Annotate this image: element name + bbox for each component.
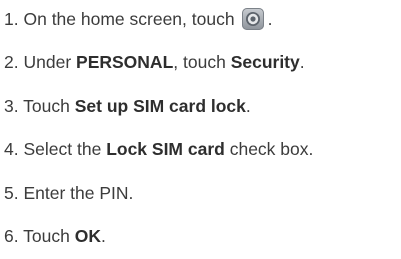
step-1: 1. On the home screen, touch. xyxy=(4,8,272,30)
step-3: 3. Touch Set up SIM card lock. xyxy=(4,95,251,117)
step-text-end: . xyxy=(267,9,273,29)
instruction-steps: 1. On the home screen, touch. 2. Under P… xyxy=(0,0,401,259)
step-number: 4. xyxy=(4,139,19,159)
step-text: Under xyxy=(23,52,72,72)
step-text-end: . xyxy=(100,226,106,246)
bold-term-ok: OK xyxy=(74,226,101,246)
step-text: Select the xyxy=(23,139,102,159)
step-5: 5. Enter the PIN. xyxy=(4,182,133,204)
step-text-end: check box. xyxy=(229,139,314,159)
settings-gear-icon xyxy=(241,8,264,30)
bold-term-security: Security xyxy=(230,52,300,72)
step-text-end: . xyxy=(245,96,251,116)
step-text-mid: , touch xyxy=(173,52,226,72)
step-text: Touch xyxy=(23,96,70,116)
step-2: 2. Under PERSONAL, touch Security. xyxy=(4,51,305,73)
bold-term-personal: PERSONAL xyxy=(76,52,174,72)
bold-term-sim-lock: Set up SIM card lock xyxy=(74,96,246,116)
step-number: 6. xyxy=(4,226,19,246)
step-text: Touch xyxy=(23,226,70,246)
step-text: Enter the PIN. xyxy=(23,183,134,203)
bold-term-lock-sim-card: Lock SIM card xyxy=(106,139,225,159)
step-number: 3. xyxy=(4,96,19,116)
step-number: 2. xyxy=(4,52,19,72)
step-6: 6. Touch OK. xyxy=(4,225,106,247)
step-text-end: . xyxy=(299,52,305,72)
step-number: 1. xyxy=(4,9,19,29)
step-text: On the home screen, touch xyxy=(23,9,235,29)
step-number: 5. xyxy=(4,183,19,203)
step-4: 4. Select the Lock SIM card check box. xyxy=(4,138,313,160)
